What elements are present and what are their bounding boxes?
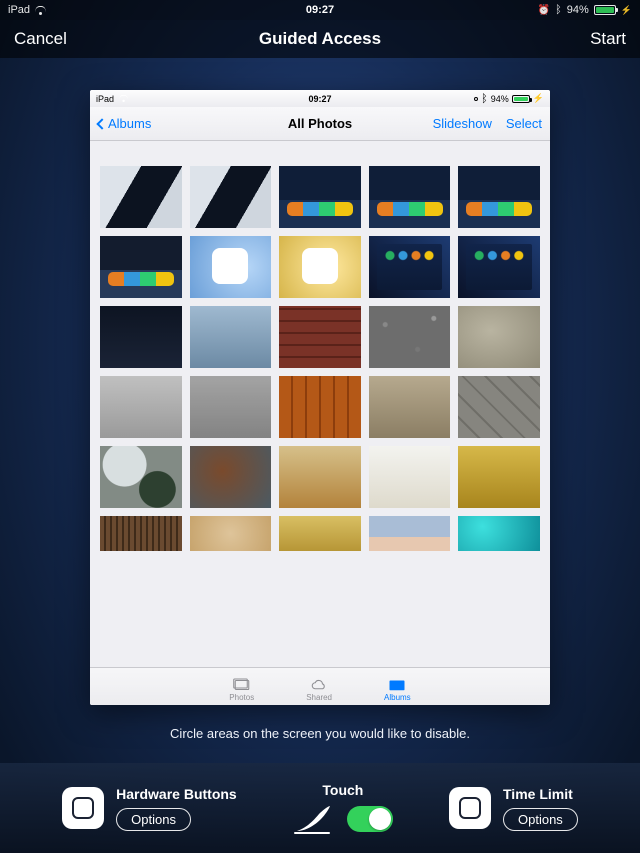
hardware-buttons-control: Hardware Buttons Options	[62, 786, 237, 831]
photo-thumb[interactable]	[279, 236, 361, 298]
hardware-icon-slot	[62, 787, 104, 829]
photo-thumb[interactable]	[100, 376, 182, 438]
inner-status-bar: iPad 09:27 94% ⚡	[90, 90, 550, 107]
photo-thumb[interactable]	[100, 516, 182, 551]
photo-thumb[interactable]	[190, 516, 272, 551]
tab-shared[interactable]: Shared	[306, 678, 332, 702]
guided-access-title: Guided Access	[259, 29, 381, 49]
charging-icon: ⚡	[533, 94, 544, 103]
touch-icon	[293, 804, 333, 834]
time-limit-control: Time Limit Options	[449, 786, 578, 831]
photo-thumb[interactable]	[369, 516, 451, 551]
touch-control: Touch	[293, 782, 393, 834]
cancel-button[interactable]: Cancel	[14, 29, 67, 49]
photos-tabbar: Photos Shared Albums	[90, 667, 550, 705]
photo-thumb[interactable]	[100, 306, 182, 368]
app-preview[interactable]: iPad 09:27 94% ⚡ Albums All Photos Slide…	[90, 90, 550, 705]
instruction-text: Circle areas on the screen you would lik…	[0, 726, 640, 741]
chevron-left-icon	[96, 118, 107, 129]
photo-thumb[interactable]	[190, 376, 272, 438]
touch-title: Touch	[322, 782, 363, 798]
alarm-icon	[538, 4, 550, 16]
photo-thumb[interactable]	[279, 446, 361, 508]
photo-thumb[interactable]	[279, 376, 361, 438]
time-icon-slot	[449, 787, 491, 829]
photo-thumb[interactable]	[458, 166, 540, 228]
battery-icon	[594, 5, 616, 15]
guided-access-controls: Hardware Buttons Options Touch Time Limi…	[0, 763, 640, 853]
slideshow-button[interactable]: Slideshow	[433, 116, 492, 131]
tab-albums[interactable]: Albums	[384, 678, 411, 702]
guided-access-nav: Cancel Guided Access Start	[0, 20, 640, 58]
photo-thumb[interactable]	[458, 376, 540, 438]
photo-thumb[interactable]	[369, 166, 451, 228]
photo-grid[interactable]	[90, 141, 550, 667]
photo-thumb[interactable]	[458, 306, 540, 368]
wifi-icon	[35, 6, 47, 15]
time-title: Time Limit	[503, 786, 573, 802]
hardware-title: Hardware Buttons	[116, 786, 237, 802]
select-button[interactable]: Select	[506, 116, 542, 131]
photo-thumb[interactable]	[100, 166, 182, 228]
photos-icon	[233, 678, 251, 692]
photo-thumb[interactable]	[369, 376, 451, 438]
photo-thumb[interactable]	[458, 236, 540, 298]
tab-photos[interactable]: Photos	[229, 678, 254, 702]
tab-label: Photos	[229, 693, 254, 702]
photo-thumb[interactable]	[369, 306, 451, 368]
battery-icon	[512, 95, 530, 103]
photo-thumb[interactable]	[458, 446, 540, 508]
photo-thumb[interactable]	[190, 166, 272, 228]
photo-thumb[interactable]	[190, 306, 272, 368]
charging-icon: ⚡	[621, 6, 632, 15]
inner-time: 09:27	[308, 94, 331, 104]
back-label: Albums	[108, 116, 151, 131]
wifi-icon	[119, 95, 129, 102]
outer-status-bar: iPad 09:27 94% ⚡	[0, 0, 640, 20]
bluetooth-icon	[481, 93, 488, 105]
photo-thumb[interactable]	[100, 236, 182, 298]
collection-title: All Photos	[288, 116, 352, 131]
status-time: 09:27	[306, 4, 334, 16]
inner-battery-pct: 94%	[491, 94, 509, 104]
tab-label: Albums	[384, 693, 411, 702]
dnd-icon	[474, 97, 478, 101]
back-button[interactable]: Albums	[98, 116, 151, 131]
start-button[interactable]: Start	[590, 29, 626, 49]
bluetooth-icon	[555, 4, 562, 16]
battery-pct: 94%	[567, 4, 589, 16]
photos-nav: Albums All Photos Slideshow Select	[90, 107, 550, 141]
photo-thumb[interactable]	[100, 446, 182, 508]
photo-thumb[interactable]	[279, 516, 361, 551]
photo-thumb[interactable]	[279, 166, 361, 228]
cloud-icon	[310, 678, 328, 692]
touch-toggle[interactable]	[347, 806, 393, 832]
time-options-button[interactable]: Options	[503, 808, 578, 831]
inner-device-label: iPad	[96, 94, 114, 104]
photo-thumb[interactable]	[279, 306, 361, 368]
device-label: iPad	[8, 4, 30, 16]
photo-thumb[interactable]	[369, 236, 451, 298]
photo-thumb[interactable]	[190, 236, 272, 298]
photo-thumb[interactable]	[190, 446, 272, 508]
tab-label: Shared	[306, 693, 332, 702]
photo-thumb[interactable]	[369, 446, 451, 508]
albums-icon	[388, 678, 406, 692]
hardware-options-button[interactable]: Options	[116, 808, 191, 831]
photo-thumb[interactable]	[458, 516, 540, 551]
